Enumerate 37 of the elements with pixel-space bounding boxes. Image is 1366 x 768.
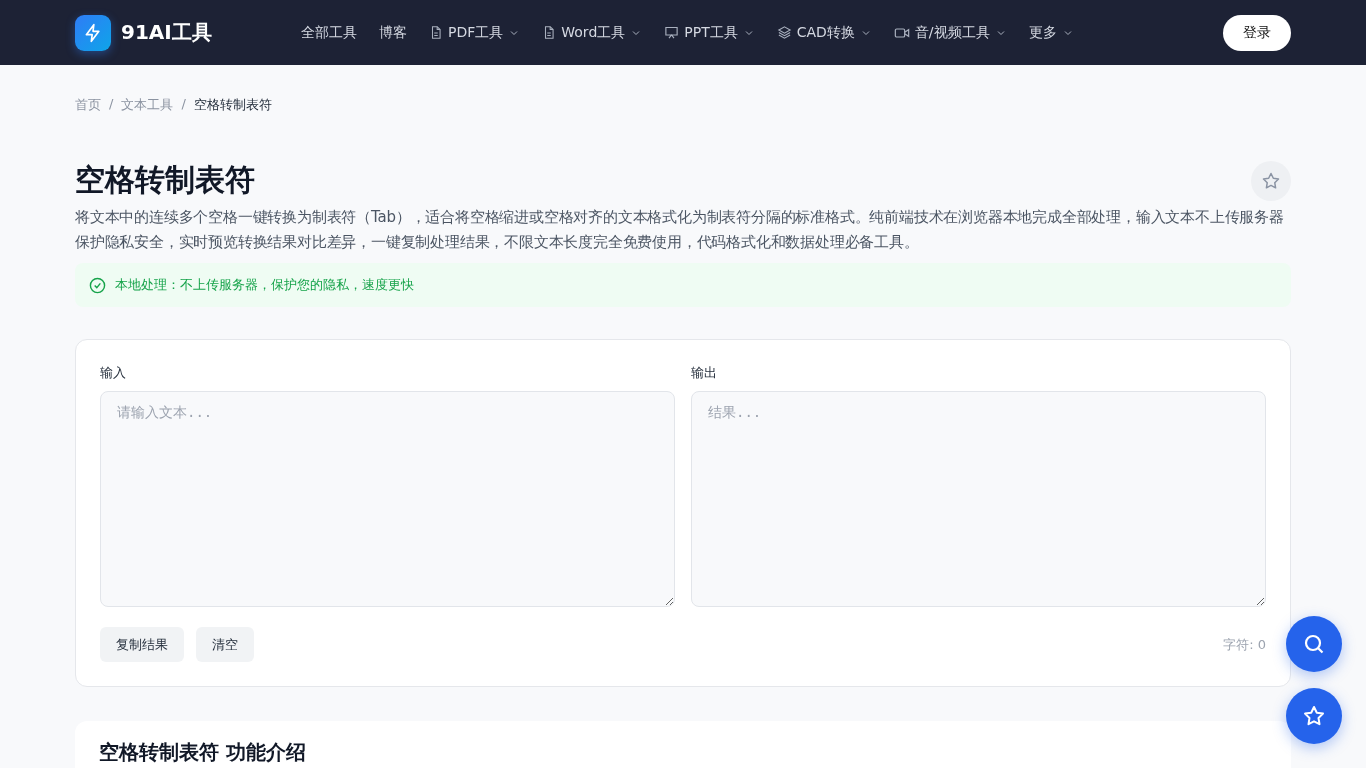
action-button[interactable]: 清空 [196, 627, 254, 662]
breadcrumb-separator: / [181, 96, 186, 113]
search-icon [1302, 632, 1326, 656]
nav-link[interactable]: 音/视频工具 [893, 23, 1007, 42]
page-description: 将文本中的连续多个空格一键转换为制表符（Tab），适合将空格缩进或空格对齐的文本格式化为制表符分隔的标准格式。纯前端技术在浏览器本地完成全部处理，输入文本不上传服务器保护隐私安全，实时预览转换结果对比差异，一键复制处理结果，不限文本长度完全免费使用，代码格式化和数据处理必备工具。 [75, 207, 1285, 253]
character-count: 字符: 0 [1223, 635, 1266, 654]
document-icon [429, 25, 443, 40]
nav-link[interactable]: Word工具 [542, 23, 643, 42]
action-button[interactable]: 复制结果 [100, 627, 184, 662]
field-label: 输入 [100, 364, 127, 382]
lightning-logo-icon[interactable] [75, 14, 111, 51]
breadcrumb-link[interactable]: 空格转制表符 [193, 96, 272, 114]
nav-link[interactable]: 更多 [1028, 23, 1074, 42]
check-circle-icon [89, 276, 106, 294]
presentation-icon [664, 25, 680, 40]
nav-link[interactable]: 博客 [379, 23, 407, 42]
favorite-star-button[interactable] [1286, 688, 1342, 744]
nav-link[interactable]: CAD转换 [776, 23, 872, 42]
nav-link[interactable]: 全部工具 [301, 23, 357, 42]
video-camera-icon [893, 25, 910, 40]
favorite-button[interactable] [1251, 160, 1291, 201]
login-button[interactable]: 登录 [1223, 14, 1291, 51]
site-name[interactable]: 91AI工具 [121, 19, 212, 46]
layers-icon [776, 25, 792, 40]
section-heading: 空格转制表符 功能介绍 [99, 739, 307, 766]
field-label: 输出 [691, 364, 718, 382]
breadcrumb-separator: / [109, 96, 114, 113]
input-field[interactable]: 请输入文本... [100, 391, 675, 607]
output-field[interactable]: 结果... [691, 391, 1266, 607]
star-icon [1302, 704, 1326, 728]
nav-link[interactable]: PDF工具 [429, 23, 521, 42]
notice-text: 本地处理：不上传服务器，保护您的隐私，速度更快 [115, 276, 414, 294]
nav-link[interactable]: PPT工具 [664, 23, 755, 42]
star-icon [1261, 170, 1281, 191]
document-icon [542, 25, 557, 40]
page-title: 空格转制表符 [75, 161, 255, 199]
search-button[interactable] [1286, 616, 1342, 672]
